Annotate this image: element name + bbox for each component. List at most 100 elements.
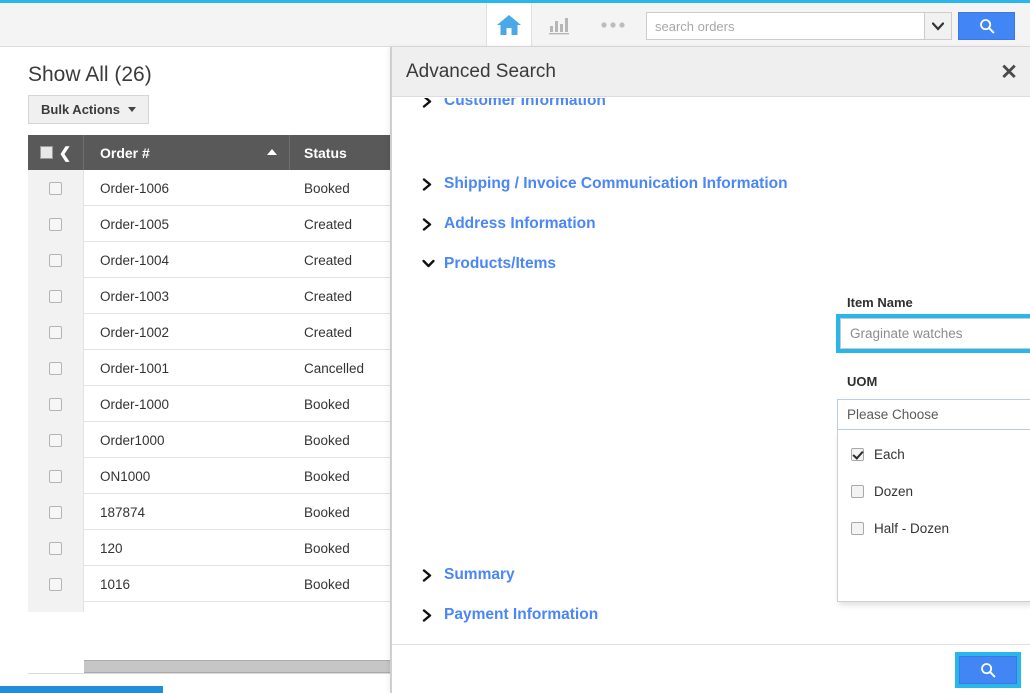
chevron-right-icon	[422, 608, 433, 622]
row-checkbox[interactable]	[49, 577, 62, 591]
row-select-cell[interactable]	[28, 566, 84, 602]
more-options-button[interactable]	[585, 3, 640, 46]
row-select-cell[interactable]	[28, 242, 84, 278]
cell-order-number[interactable]: 120	[84, 530, 290, 566]
row-select-cell[interactable]	[28, 386, 84, 422]
section-payment-information[interactable]: Payment Information	[422, 606, 598, 624]
cell-order-number[interactable]: Order-1003	[84, 278, 290, 314]
row-checkbox[interactable]	[49, 541, 62, 555]
table-row[interactable]: Order-1005 Created	[28, 206, 390, 242]
reports-button[interactable]	[533, 3, 585, 46]
cell-order-number[interactable]: Order-1006	[84, 170, 290, 206]
row-select-cell[interactable]	[28, 314, 84, 350]
chevron-right-icon	[422, 217, 433, 231]
row-checkbox[interactable]	[49, 217, 62, 231]
uom-option-label: Each	[874, 447, 905, 462]
row-select-cell[interactable]	[28, 170, 84, 206]
row-checkbox[interactable]	[49, 505, 62, 519]
table-row[interactable]: Order-1001 Cancelled	[28, 350, 390, 386]
section-products-items[interactable]: Products/Items	[422, 255, 556, 273]
table-row[interactable]: ON1000 Booked	[28, 458, 390, 494]
uom-option-checkbox[interactable]	[851, 448, 864, 461]
row-checkbox[interactable]	[49, 181, 62, 195]
row-checkbox[interactable]	[49, 361, 62, 375]
cell-status: Booked	[304, 504, 350, 520]
uom-dropdown[interactable]: Please Choose	[837, 399, 1030, 430]
column-header-status[interactable]: Status	[290, 135, 390, 170]
row-select-cell[interactable]	[28, 458, 84, 494]
cell-order-number[interactable]: Order-1000	[84, 386, 290, 422]
row-checkbox[interactable]	[49, 433, 62, 447]
row-select-cell[interactable]	[28, 422, 84, 458]
section-summary[interactable]: Summary	[422, 566, 515, 584]
row-checkbox[interactable]	[49, 325, 62, 339]
close-icon[interactable]: ✕	[995, 58, 1023, 86]
chevron-right-icon	[422, 177, 433, 191]
cell-status: Cancelled	[304, 360, 365, 376]
orders-table-header: ❮ Order # Status	[28, 135, 390, 170]
uom-option[interactable]: Dozen	[838, 473, 1030, 510]
chevron-right-icon	[422, 568, 433, 582]
uom-option[interactable]: Each	[838, 436, 1030, 473]
column-header-order-label: Order #	[100, 144, 150, 161]
select-all-header[interactable]: ❮	[28, 135, 84, 170]
table-row[interactable]: Order-1002 Created	[28, 314, 390, 350]
uom-option[interactable]: Half - Dozen	[838, 510, 1030, 547]
row-select-cell[interactable]	[28, 494, 84, 530]
table-row[interactable]: 1016 Booked	[28, 566, 390, 602]
table-row[interactable]: Order-1000 Booked	[28, 386, 390, 422]
table-row[interactable]: Order1000 Booked	[28, 422, 390, 458]
section-shipping-invoice-communication-information[interactable]: Shipping / Invoice Communication Informa…	[422, 175, 788, 193]
row-checkbox[interactable]	[49, 253, 62, 267]
cell-status: Created	[304, 216, 353, 232]
row-select-cell[interactable]	[28, 350, 84, 386]
row-select-cell[interactable]	[28, 278, 84, 314]
table-row[interactable]: Order-1004 Created	[28, 242, 390, 278]
cell-status: Booked	[304, 396, 350, 412]
table-row[interactable]: Order-1006 Booked	[28, 170, 390, 206]
item-name-input[interactable]	[841, 319, 1030, 348]
search-scope-dropdown[interactable]	[924, 12, 952, 40]
advanced-search-footer	[392, 644, 1030, 693]
advanced-search-submit-button[interactable]	[959, 656, 1017, 684]
row-checkbox[interactable]	[49, 469, 62, 483]
select-all-checkbox[interactable]	[39, 146, 53, 159]
table-row[interactable]: Order-1003 Created	[28, 278, 390, 314]
chevron-right-icon	[422, 98, 433, 108]
item-name-label: Item Name	[847, 295, 913, 310]
cell-order-number[interactable]: Order-1002	[84, 314, 290, 350]
section-address-information-label: Address Information	[444, 215, 596, 232]
uom-option-checkbox[interactable]	[851, 522, 864, 535]
table-row[interactable]: 120 Booked	[28, 530, 390, 566]
advanced-search-body: Customer Information Shipping / Invoice …	[392, 98, 1030, 644]
row-checkbox[interactable]	[49, 397, 62, 411]
top-navigation-bar	[0, 3, 1030, 47]
section-customer-information[interactable]: Customer Information	[422, 98, 606, 110]
chevron-left-icon[interactable]: ❮	[59, 144, 72, 162]
cell-order-number[interactable]: 187874	[84, 494, 290, 530]
global-search-button[interactable]	[958, 12, 1015, 40]
section-address-information[interactable]: Address Information	[422, 215, 596, 233]
cell-status: Created	[304, 252, 353, 268]
cell-order-number[interactable]: Order-1001	[84, 350, 290, 386]
table-row[interactable]: 187874 Booked	[28, 494, 390, 530]
table-bottom-rule	[28, 673, 390, 674]
row-select-cell[interactable]	[28, 206, 84, 242]
bar-chart-icon	[548, 15, 570, 35]
uom-option-checkbox[interactable]	[851, 485, 864, 498]
home-button[interactable]	[486, 3, 532, 46]
search-icon	[980, 662, 996, 678]
horizontal-scrollbar-thumb[interactable]	[84, 660, 390, 673]
cell-order-number[interactable]: 1016	[84, 566, 290, 602]
cell-status: Booked	[304, 432, 350, 448]
cell-order-number[interactable]: Order1000	[84, 422, 290, 458]
bulk-actions-button[interactable]: Bulk Actions	[28, 95, 149, 124]
cell-status: Booked	[304, 576, 350, 592]
column-header-order[interactable]: Order #	[84, 135, 290, 170]
row-checkbox[interactable]	[49, 289, 62, 303]
row-select-cell[interactable]	[28, 530, 84, 566]
cell-order-number[interactable]: Order-1005	[84, 206, 290, 242]
cell-order-number[interactable]: Order-1004	[84, 242, 290, 278]
search-input[interactable]	[646, 12, 924, 40]
cell-order-number[interactable]: ON1000	[84, 458, 290, 494]
